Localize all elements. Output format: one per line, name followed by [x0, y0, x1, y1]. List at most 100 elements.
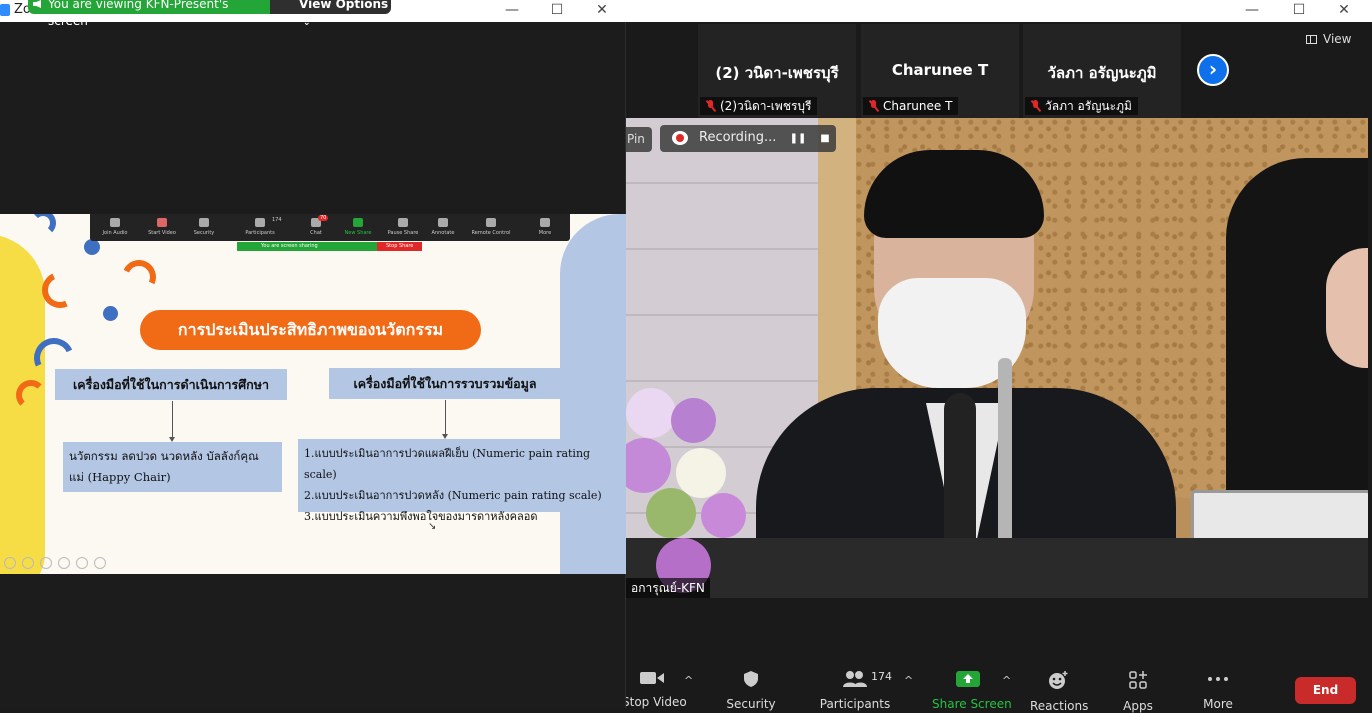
pin-button[interactable]: Pin: [626, 127, 652, 152]
right-connector-arrow: [442, 400, 448, 439]
gallery-grid-icon: [1306, 34, 1317, 44]
end-meeting-button[interactable]: End: [1295, 677, 1356, 704]
left-box-line: นวัตกรรม ลดปวด นวดหลัง บัลลังก์คุณ: [69, 449, 259, 463]
participant-thumbnail[interactable]: วัลภา อรัญนะภูมิ วัลภา อรัญนะภูมิ: [1023, 24, 1181, 118]
captured-toolbar-item: More: [520, 218, 570, 236]
left-box-heading: เครื่องมือที่ใช้ในการดำเนินการศึกษา: [72, 377, 270, 392]
pause-recording-button[interactable]: ❚❚: [788, 129, 808, 148]
participant-footer-name: วัลภา อรัญนะภูมิ: [1045, 99, 1132, 113]
mic-muted-icon: [868, 100, 878, 112]
share-caret-icon[interactable]: ^: [1002, 674, 1011, 687]
left-box-title: เครื่องมือที่ใช้ในการดำเนินการศึกษา: [55, 369, 287, 400]
participant-footer-name: (2)วนิดา-เพชรบุรี: [720, 99, 812, 113]
reactions-label: Reactions: [1030, 699, 1089, 713]
participants-button[interactable]: 174 Participants: [819, 670, 892, 711]
pause-icon: [398, 218, 408, 227]
video-participant-name: อการุณย์-KFN: [626, 578, 710, 598]
security-button[interactable]: Security: [726, 670, 776, 711]
next-page-arrow-icon[interactable]: ›: [1197, 54, 1229, 86]
share-screen-icon: [956, 671, 980, 687]
stop-recording-button[interactable]: ■: [815, 129, 835, 148]
video-options-caret-icon[interactable]: ^: [684, 674, 693, 687]
captured-participants-count: 174: [272, 217, 282, 223]
participants-icon: [843, 671, 867, 687]
viewing-screen-banner: You are viewing KFN-Present's screen: [28, 0, 270, 28]
recording-bar: Recording... ❚❚ ■: [660, 125, 836, 152]
view-options-button[interactable]: View Options ⌄: [270, 0, 391, 28]
shared-screen-window: Zo — ☐ ✕ You are viewing KFN-Present's s…: [0, 0, 626, 708]
slide-next-icon[interactable]: [22, 557, 34, 569]
speaker-icon: [33, 0, 41, 8]
participant-name: Charunee T: [891, 61, 989, 79]
decor-dot: [84, 239, 100, 255]
participant-footer-name: Charunee T: [883, 99, 953, 113]
decor-arc: [117, 255, 161, 299]
mic-muted-icon: [1030, 100, 1040, 112]
captured-toolbar-item: Join Audio: [90, 218, 140, 236]
participants-count: 174: [871, 670, 892, 683]
stop-video-label: Stop Video: [622, 695, 687, 709]
video-person-right-face: [1326, 248, 1368, 368]
shared-slide: Join Audio Start Video Security Particip…: [0, 214, 626, 574]
more-label: More: [1203, 697, 1233, 711]
shield-icon: [744, 671, 758, 687]
maximize-button[interactable]: ☐: [1277, 0, 1321, 22]
captured-toolbar-item: New Share: [333, 218, 383, 236]
share-screen-label: Share Screen: [932, 697, 1012, 711]
left-box-line: แม่ (Happy Chair): [69, 470, 171, 484]
share-screen-button[interactable]: Share Screen: [932, 670, 1012, 711]
more-button[interactable]: More: [1198, 670, 1238, 711]
share-screen-icon: [353, 218, 363, 227]
participant-footer: (2)วนิดา-เพชรบุรี: [700, 97, 818, 115]
participant-footer: วัลภา อรัญนะภูมิ: [1025, 97, 1138, 115]
captured-toolbar-item: Annotate: [418, 218, 468, 236]
slide-pen-icon[interactable]: [40, 557, 52, 569]
share-maximize-button[interactable]: ☐: [535, 0, 579, 22]
right-box-title: เครื่องมือที่ใช้ในการรวบรวมข้อมูล: [329, 368, 561, 399]
zoom-app-icon: [0, 4, 10, 16]
minimize-button[interactable]: —: [1230, 0, 1274, 22]
right-box-item: 1.แบบประเมินอาการปวดแผลฝีเย็บ (Numeric p…: [304, 447, 591, 481]
slide-view-icon[interactable]: [58, 557, 70, 569]
recording-label: Recording...: [699, 130, 777, 145]
decor-arc: [30, 214, 56, 236]
captured-stop-share-button: Stop Share: [377, 242, 422, 251]
mouse-icon: [486, 218, 496, 227]
captured-toolbar-item: Remote Control: [466, 218, 516, 236]
participant-name: (2) วนิดา-เพชรบุรี: [715, 64, 839, 82]
slide-zoom-out-icon[interactable]: [94, 557, 106, 569]
meeting-toolbar: Stop Video ^ Security 174 Participants ^…: [622, 660, 1372, 713]
headphone-icon: [110, 218, 120, 227]
participants-icon: [255, 218, 265, 227]
reactions-button[interactable]: Reactions: [1030, 670, 1089, 713]
chevron-down-icon: ⌄: [303, 18, 311, 28]
participant-name: วัลภา อรัญนะภูมิ: [1047, 64, 1157, 82]
meeting-title-bar: — ☐ ✕: [626, 0, 1372, 22]
right-box-heading: เครื่องมือที่ใช้ในการรวบรวมข้อมูล: [353, 376, 537, 391]
active-speaker-video: [626, 118, 1368, 598]
decor-dot: [103, 306, 118, 321]
apps-label: Apps: [1123, 699, 1153, 713]
participant-thumbnail[interactable]: (2) วนิดา-เพชรบุรี (2)วนิดา-เพชรบุรี: [698, 24, 856, 118]
captured-sharing-banner: You are screen sharing: [237, 242, 377, 251]
close-button[interactable]: ✕: [1322, 0, 1366, 22]
participants-caret-icon[interactable]: ^: [904, 674, 913, 687]
stop-video-button[interactable]: Stop Video: [622, 670, 687, 709]
view-button[interactable]: View: [1306, 32, 1351, 46]
share-minimize-button[interactable]: —: [490, 0, 534, 22]
video-camera-icon: [640, 672, 664, 684]
captured-toolbar-item: Security: [179, 218, 229, 236]
video-speaker-hair: [864, 150, 1044, 238]
left-box-body: นวัตกรรม ลดปวด นวดหลัง บัลลังก์คุณ แม่ (…: [63, 442, 282, 492]
slide-prev-icon[interactable]: [4, 557, 16, 569]
view-label: View: [1323, 32, 1352, 46]
mic-muted-icon: [705, 100, 715, 112]
video-flowers: [626, 378, 766, 598]
right-box-item: 3.แบบประเมินความพึงพอใจของมารดาหลังคลอด: [304, 510, 538, 523]
participant-footer: Charunee T: [863, 97, 959, 115]
participant-thumbnail[interactable]: Charunee T Charunee T: [861, 24, 1019, 118]
share-close-button[interactable]: ✕: [580, 0, 624, 22]
slide-title: การประเมินประสิทธิภาพของนวัตกรรม: [140, 310, 481, 350]
apps-button[interactable]: Apps: [1118, 670, 1158, 713]
slide-zoom-in-icon[interactable]: [76, 557, 88, 569]
